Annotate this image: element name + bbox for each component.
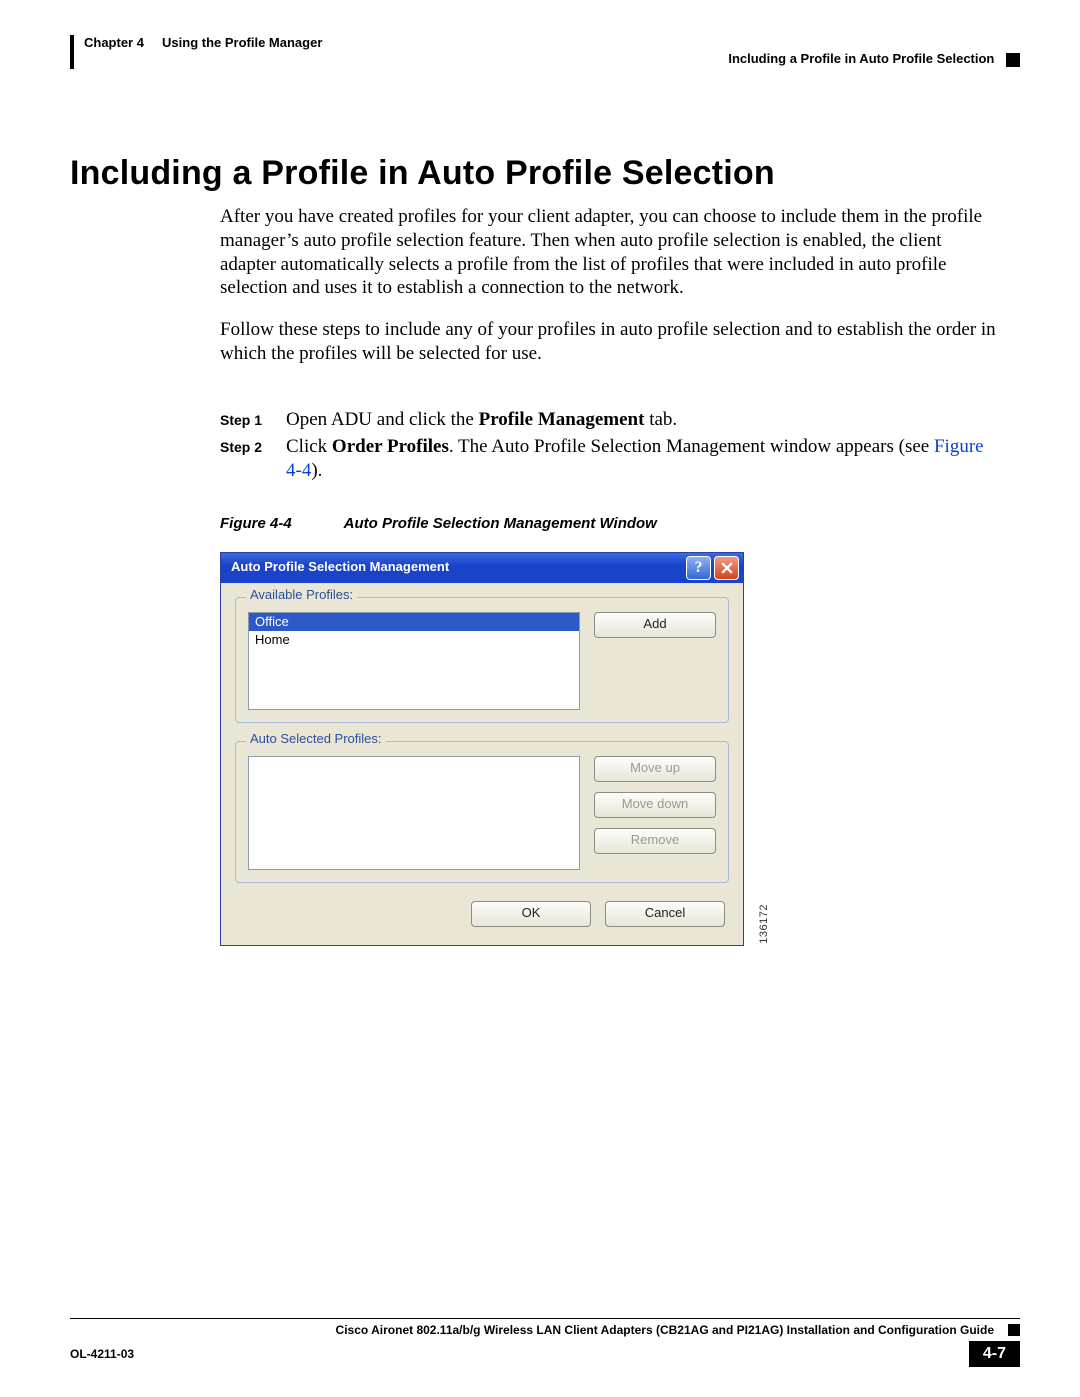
list-item[interactable]: Office [249, 613, 579, 631]
footer-doc-code: OL-4211-03 [70, 1347, 134, 1361]
running-header: Chapter 4 Using the Profile Manager Incl… [70, 35, 1020, 69]
intro-paragraph-1: After you have created profiles for your… [220, 205, 1000, 300]
move-down-button[interactable]: Move down [594, 792, 716, 818]
available-profiles-listbox[interactable]: Office Home [248, 612, 580, 710]
page-number: 4-7 [969, 1341, 1020, 1367]
ok-button[interactable]: OK [471, 901, 591, 927]
figure-image: Auto Profile Selection Management ? Avai… [220, 552, 754, 946]
figure-caption: Figure 4-4 Auto Profile Selection Manage… [220, 515, 1000, 534]
auto-selected-listbox[interactable] [248, 756, 580, 870]
footer-square-icon [1008, 1324, 1020, 1336]
intro-paragraph-2: Follow these steps to include any of you… [220, 318, 1000, 366]
page-title: Including a Profile in Auto Profile Sele… [70, 154, 1020, 193]
close-button[interactable] [714, 556, 739, 580]
step-list: Step 1 Open ADU and click the Profile Ma… [220, 408, 1000, 483]
dialog-titlebar: Auto Profile Selection Management ? [221, 553, 743, 583]
step-1-text-c: tab. [644, 409, 677, 430]
header-bar-icon [70, 35, 74, 69]
dialog-title: Auto Profile Selection Management [231, 559, 449, 575]
step-1-label: Step 1 [220, 408, 272, 432]
step-2-bold: Order Profiles [332, 436, 449, 457]
step-2-text-c: . The Auto Profile Selection Management … [449, 436, 934, 457]
step-2: Step 2 Click Order Profiles. The Auto Pr… [220, 435, 1000, 483]
header-chapter-title: Using the Profile Manager [162, 35, 322, 50]
page-footer: Cisco Aironet 802.11a/b/g Wireless LAN C… [70, 1318, 1020, 1367]
step-1-bold: Profile Management [479, 409, 645, 430]
auto-profile-dialog: Auto Profile Selection Management ? Avai… [220, 552, 744, 946]
header-section: Including a Profile in Auto Profile Sele… [728, 51, 994, 66]
header-chapter-label: Chapter 4 [84, 35, 144, 50]
available-profiles-group: Available Profiles: Office Home Add [235, 597, 729, 723]
cancel-button[interactable]: Cancel [605, 901, 725, 927]
add-button[interactable]: Add [594, 612, 716, 638]
figure-caption-text: Auto Profile Selection Management Window [344, 515, 657, 532]
step-2-label: Step 2 [220, 435, 272, 483]
step-1: Step 1 Open ADU and click the Profile Ma… [220, 408, 1000, 432]
move-up-button[interactable]: Move up [594, 756, 716, 782]
step-2-text-d: ). [311, 460, 322, 481]
list-item[interactable]: Home [249, 631, 579, 649]
step-1-text-a: Open ADU and click the [286, 409, 479, 430]
close-icon [721, 562, 733, 574]
available-profiles-legend: Available Profiles: [246, 587, 357, 603]
step-2-text-a: Click [286, 436, 332, 457]
auto-selected-profiles-group: Auto Selected Profiles: Move up Move dow… [235, 741, 729, 883]
figure-image-id: 136172 [758, 904, 772, 944]
figure-number: Figure 4-4 [220, 515, 340, 534]
help-button[interactable]: ? [686, 556, 711, 580]
auto-selected-legend: Auto Selected Profiles: [246, 731, 386, 747]
remove-button[interactable]: Remove [594, 828, 716, 854]
footer-doc-title: Cisco Aironet 802.11a/b/g Wireless LAN C… [70, 1323, 994, 1337]
header-square-icon [1006, 53, 1020, 67]
